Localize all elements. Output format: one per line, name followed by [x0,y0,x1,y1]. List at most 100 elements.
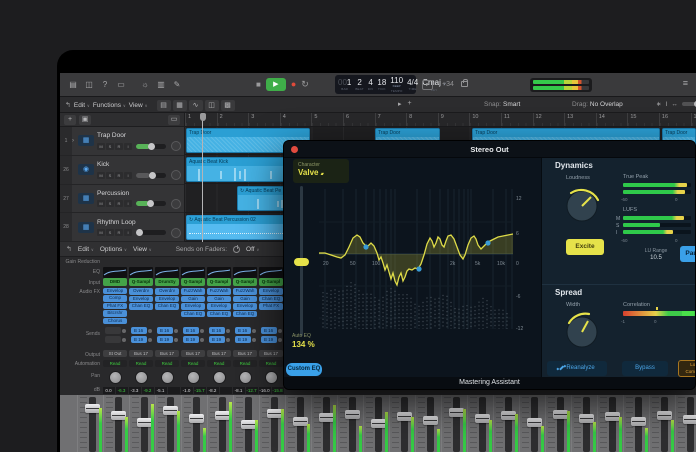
volume-slider[interactable] [136,200,166,208]
pan-knob[interactable] [186,370,200,384]
track-header[interactable]: 27 ▦ Percussion MSRI [60,184,184,214]
bypass-button[interactable]: Bypass [622,361,668,376]
tool-button[interactable]: ▦ [172,99,187,111]
fx-slot-button[interactable]: Overdrv [129,288,153,295]
fx-slot-button[interactable]: Bitcrshr [103,310,127,317]
send-slot-button[interactable]: B 19 [130,336,147,343]
loudness-compensation-button[interactable]: Loudness Compensation [678,360,695,377]
play-button[interactable]: ▶ [265,78,286,91]
fader-cap[interactable] [397,412,412,422]
channel-fader[interactable] [363,395,389,452]
volume-value[interactable]: -5.1 [154,387,167,394]
slider-handle[interactable] [294,258,309,266]
count-in-button[interactable]: ▸ [422,80,433,90]
cycle-button[interactable]: ↻ [301,78,309,91]
eq-node[interactable] [416,266,422,272]
channel-fader[interactable] [597,395,623,452]
eq-amount-slider[interactable] [294,186,309,336]
output-slot-button[interactable]: Bus 17 [233,350,257,357]
fx-slot-button[interactable]: Envelop [233,303,257,310]
fx-slot-button[interactable]: Chan EQ [155,303,179,310]
send-level-knob[interactable] [277,337,282,342]
pan-knob[interactable] [171,227,181,238]
eq-node[interactable] [363,244,369,250]
send-level-knob[interactable] [147,337,152,342]
volume-slider[interactable] [136,142,166,150]
track-state-button[interactable]: I [124,229,132,237]
fader-cap[interactable] [345,409,360,419]
catch-icon[interactable]: ↔ [671,101,678,108]
send-level-knob[interactable] [225,337,230,342]
automation-mode-button[interactable]: Read [233,360,257,367]
menu-view[interactable]: View ∨ [129,102,148,109]
fader-cap[interactable] [683,414,696,424]
send-level-knob[interactable] [251,337,256,342]
track-header[interactable]: 26 ◉ Kick MSRI [60,155,184,185]
fx-slot-button[interactable]: Chan EQ [259,295,283,302]
send-slot-button[interactable]: B 16 [208,327,225,334]
fader-cap[interactable] [163,406,178,416]
fader-cap[interactable] [501,410,516,420]
pause-button[interactable]: Pause [680,246,695,262]
channel-fader[interactable] [623,395,649,452]
eq-thumbnail[interactable] [259,265,283,278]
fx-slot-button[interactable]: Envelop [155,295,179,302]
toolbar-icon-button[interactable]: ◫ [82,78,96,91]
track-state-button[interactable]: S [106,142,114,150]
channel-fader[interactable] [207,395,233,452]
channel-fader[interactable] [285,395,311,452]
view-icon-button[interactable]: ☼ [138,78,152,91]
stop-button[interactable]: ■ [256,80,261,89]
send-level-knob[interactable] [199,328,204,333]
drag-menu[interactable]: Drag: No Overlap [572,101,623,108]
output-slot-button[interactable]: Bus 17 [181,350,205,357]
channel-fader[interactable] [467,395,493,452]
fader-cap[interactable] [189,414,204,424]
volume-value[interactable]: -1.0 [180,387,193,394]
duplicate-track-button[interactable]: ▣ [79,115,91,125]
volume-value[interactable]: 0.0 [102,387,115,394]
send-slot-button[interactable]: B 19 [208,336,225,343]
track-state-button[interactable]: R [115,142,123,150]
send-slot-button[interactable]: B 16 [130,327,147,334]
bar-ruler[interactable]: 1234567891011121314151617 [185,113,696,127]
custom-eq-button[interactable]: Custom EQ [286,363,322,376]
view-icon-button[interactable]: ▥ [154,78,168,91]
pan-knob[interactable] [264,370,278,384]
track-state-button[interactable]: I [124,171,132,179]
eq-graph[interactable]: 20 50 100 2k 5k 10k [319,173,514,359]
fader-cap[interactable] [475,414,490,424]
track-state-button[interactable]: R [115,229,123,237]
eq-thumbnail[interactable] [181,265,205,278]
close-icon[interactable] [291,146,298,153]
list-view-icon[interactable]: ≡ [683,78,688,88]
track-state-button[interactable]: M [97,200,105,208]
fx-slot-button[interactable]: Overdrv [155,288,179,295]
track-state-button[interactable]: I [124,200,132,208]
channel-fader[interactable] [259,395,285,452]
fx-slot-button[interactable]: Gain [233,295,257,302]
channel-fader[interactable] [545,395,571,452]
auto-zoom-icon[interactable]: ∗ [656,100,661,108]
eq-node[interactable] [485,240,491,246]
add-track-button[interactable]: + [64,115,76,125]
send-level-knob[interactable] [199,337,204,342]
output-slot-button[interactable]: St Out [103,350,127,357]
send-slot-button[interactable] [104,327,121,334]
send-level-knob[interactable] [147,328,152,333]
fx-slot-button[interactable]: Envelop [207,303,231,310]
output-slot-button[interactable]: Bus 17 [129,350,153,357]
fx-slot-button[interactable]: Chan EQ [181,310,205,317]
track-state-button[interactable]: S [106,200,114,208]
fx-slot-button[interactable]: Chan EQ [233,310,257,317]
eq-thumbnail[interactable] [155,265,179,278]
tool-button[interactable]: ∿ [188,99,203,111]
track-name[interactable]: Rhythm Loop [97,219,184,226]
track-state-button[interactable]: S [106,171,114,179]
channel-fader[interactable] [675,395,696,452]
fader-cap[interactable] [423,415,438,425]
back-icon[interactable]: ↰ [66,245,72,253]
volume-slider[interactable] [136,171,166,179]
automation-mode-button[interactable]: Read [259,360,283,367]
eq-thumbnail[interactable] [103,265,127,278]
